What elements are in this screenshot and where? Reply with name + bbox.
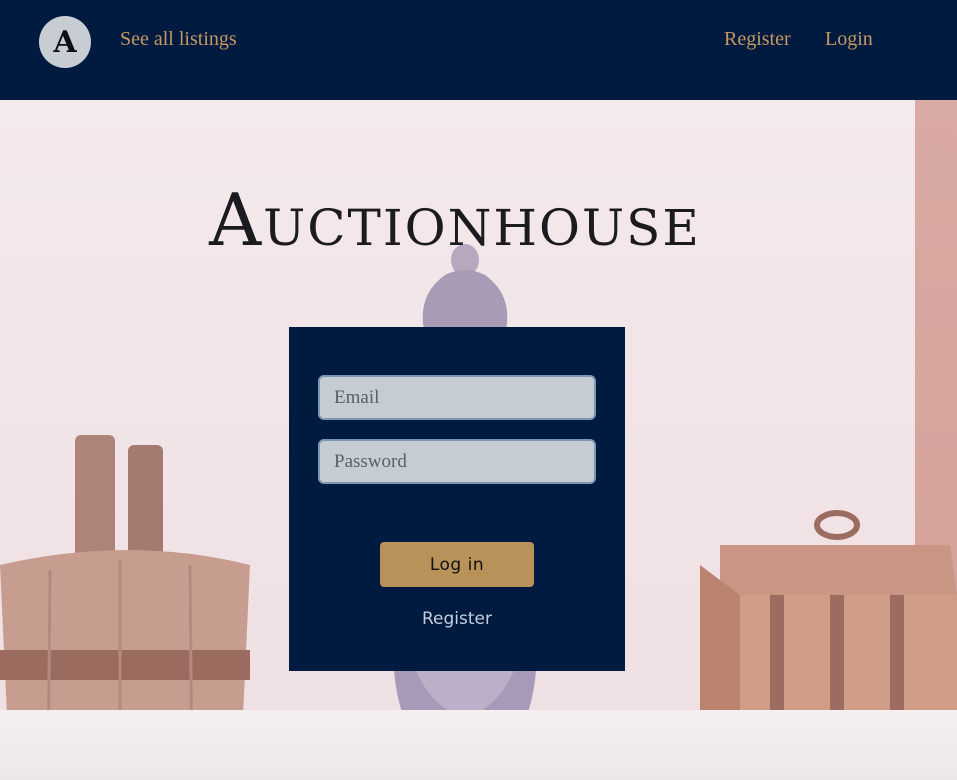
login-card: Log in Register (289, 327, 625, 671)
nav-register-link[interactable]: Register (724, 28, 791, 51)
see-all-listings-link[interactable]: See all listings (120, 28, 237, 51)
nav-login-link[interactable]: Login (825, 28, 873, 51)
page-title: Auctionhouse (209, 178, 701, 262)
register-link[interactable]: Register (289, 609, 625, 629)
logo-badge[interactable]: A (39, 16, 91, 68)
shelf-surface (0, 710, 957, 780)
top-navbar: A See all listings Register Login (0, 0, 957, 100)
login-button[interactable]: Log in (380, 542, 534, 587)
email-field[interactable] (318, 375, 596, 420)
password-field[interactable] (318, 439, 596, 484)
